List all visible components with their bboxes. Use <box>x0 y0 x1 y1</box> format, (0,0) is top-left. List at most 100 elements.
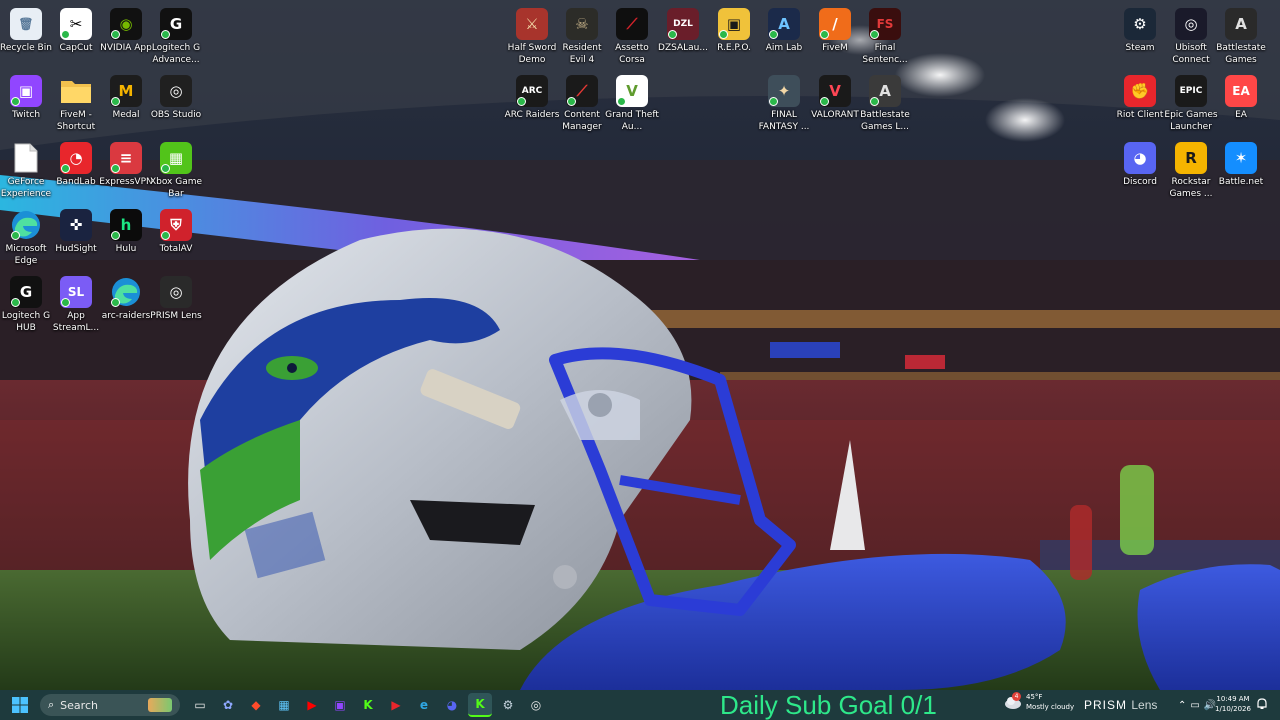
xbox-game-bar-icon: ▦ <box>160 142 192 174</box>
microsoft-store-icon: ▦ <box>278 698 290 712</box>
prism-label: PRISM <box>1084 698 1128 712</box>
desktop-icon-label: Riot Client <box>1116 110 1164 120</box>
desktop-icon[interactable]: ⚙ Steam <box>1111 4 1169 70</box>
shortcut-check-icon <box>111 164 120 173</box>
taskbar-app-button[interactable]: ▣ <box>328 693 352 717</box>
final-fantasy-icon: ✦ <box>768 75 800 107</box>
desktop-icon-label: Discord <box>1123 177 1157 187</box>
desktop-icon[interactable]: DZL DZSALau... <box>654 4 712 70</box>
desktop-icon[interactable]: FS Final Sentenc... <box>856 4 914 70</box>
desktop-icon[interactable]: ✊ Riot Client <box>1111 71 1169 137</box>
taskbar-app-button[interactable]: ⚙ <box>496 693 520 717</box>
desktop-icon-label: Battlestate Games L... <box>860 110 910 132</box>
shortcut-check-icon <box>111 97 120 106</box>
fivem-icon: / <box>819 8 851 40</box>
taskbar-app-button[interactable]: ▦ <box>272 693 296 717</box>
taskbar-app-button[interactable]: K <box>468 693 492 717</box>
shortcut-check-icon <box>719 30 728 39</box>
desktop-icon[interactable]: ✦ FINAL FANTASY ... <box>755 71 813 137</box>
network-icon[interactable]: ▭ <box>1190 700 1199 711</box>
desktop-icon[interactable]: ◎ PRISM Lens <box>147 272 205 338</box>
taskbar-app-button[interactable]: ▶ <box>384 693 408 717</box>
ea-icon: EA <box>1225 75 1257 107</box>
shortcut-check-icon <box>820 97 829 106</box>
desktop-icon[interactable]: A Battlestate Games L... <box>856 71 914 137</box>
desktop-icon-label: TotalAV <box>159 244 193 254</box>
desktop-icon[interactable]: ◕ Discord <box>1111 138 1169 204</box>
ubisoft-connect-icon: ◎ <box>1175 8 1207 40</box>
taskbar-app-button[interactable]: ◕ <box>440 693 464 717</box>
shortcut-check-icon <box>11 298 20 307</box>
shortcut-check-icon <box>820 30 829 39</box>
kick-active-icon: K <box>475 697 485 711</box>
shortcut-check-icon <box>111 298 120 307</box>
shortcut-check-icon <box>161 164 170 173</box>
content-manager-icon: ⟋ <box>566 75 598 107</box>
windows-logo-icon <box>12 697 28 713</box>
shortcut-check-icon <box>161 231 170 240</box>
resident-evil-4-icon: ☠ <box>566 8 598 40</box>
streamlabs-icon: SL <box>60 276 92 308</box>
shortcut-check-icon <box>617 97 626 106</box>
taskbar: ⌕ Search ▭ ✿ ◆ ▦ ▶ ▣ K ▶ e ◕ K ⚙ ◎ Daily Sub Goal 0/… <box>0 690 1280 720</box>
desktop-icon[interactable]: A Battlestate Games <box>1212 4 1270 70</box>
edge-icon: e <box>419 698 429 712</box>
search-placeholder: Search <box>60 698 98 712</box>
epic-games-icon: EPIC <box>1175 75 1207 107</box>
taskbar-pinned-apps: ▭ ✿ ◆ ▦ ▶ ▣ K ▶ e ◕ K ⚙ ◎ <box>186 693 550 717</box>
taskbar-search-box[interactable]: ⌕ Search <box>40 694 180 716</box>
prism-lens-label: Lens <box>1131 698 1158 712</box>
desktop-icon[interactable]: A Aim Lab <box>755 4 813 70</box>
weather-alert-badge: 4 <box>1012 692 1021 701</box>
steam-icon: ⚙ <box>1124 8 1156 40</box>
taskbar-app-button[interactable]: ▭ <box>188 693 212 717</box>
steam-icon: ⚙ <box>502 698 514 712</box>
taskbar-app-button[interactable]: K <box>356 693 380 717</box>
edge-icon <box>10 209 42 241</box>
hulu-icon: h <box>110 209 142 241</box>
show-hidden-icons-icon[interactable]: ⌃ <box>1178 700 1186 711</box>
taskbar-app-button[interactable]: e <box>412 693 436 717</box>
shortcut-check-icon <box>11 231 20 240</box>
shortcut-check-icon <box>517 97 526 106</box>
bandlab-icon: ◔ <box>60 142 92 174</box>
weather-temperature: 45°F <box>1026 693 1043 701</box>
weather-widget[interactable]: 4 45°F Mostly cloudy <box>1004 692 1074 712</box>
totalav-icon: ⛨ <box>160 209 192 241</box>
logitech-g-icon: G <box>160 8 192 40</box>
half-sword-icon: ⚔ <box>516 8 548 40</box>
desktop-icon-label: Battlestate Games <box>1216 43 1266 65</box>
aim-lab-icon: A <box>768 8 800 40</box>
desktop-icon[interactable]: G Logitech G Advance... <box>147 4 205 70</box>
app-play-icon: ▶ <box>391 698 401 712</box>
desktop-icon[interactable]: ✶ Battle.net <box>1212 138 1270 204</box>
clock-date: 1/10/2026 <box>1215 705 1251 713</box>
discord-icon: ◕ <box>1124 142 1156 174</box>
system-tray: ⌃ ▭ 🔊 <box>1178 690 1216 720</box>
prism-lens-tray[interactable]: PRISM Lens <box>1084 690 1157 720</box>
desktop-icon[interactable]: ▦ Xbox Game Bar <box>147 138 205 204</box>
taskbar-clock[interactable]: 10:49 AM 1/10/2026 <box>1212 694 1254 714</box>
twitch-icon: ▣ <box>10 75 42 107</box>
logitech-g-hub-icon: G <box>10 276 42 308</box>
taskbar-app-button[interactable]: ▶ <box>300 693 324 717</box>
notification-bell-icon[interactable] <box>1256 698 1270 712</box>
desktop-icon[interactable]: EA EA <box>1212 71 1270 137</box>
recycle-bin-icon: 🗑 <box>10 8 42 40</box>
taskbar-app-button[interactable]: ◎ <box>524 693 548 717</box>
nvidia-icon: ◉ <box>110 8 142 40</box>
shortcut-check-icon <box>567 97 576 106</box>
shortcut-check-icon <box>870 97 879 106</box>
taskbar-app-button[interactable]: ✿ <box>216 693 240 717</box>
taskbar-app-button[interactable]: ◆ <box>244 693 268 717</box>
desktop-icon[interactable]: ⛨ TotalAV <box>147 205 205 271</box>
desktop-icon[interactable]: ◎ OBS Studio <box>147 71 205 137</box>
clock-time: 10:49 AM <box>1216 695 1250 703</box>
desktop-icon[interactable]: V Grand Theft Au... <box>603 71 661 137</box>
start-button[interactable] <box>8 693 32 717</box>
shortcut-check-icon <box>61 30 70 39</box>
twitch-icon: ▣ <box>334 698 346 712</box>
desktop-icon[interactable]: ⟋ Assetto Corsa <box>603 4 661 70</box>
prism-lens-icon: ◎ <box>160 276 192 308</box>
daily-sub-goal-overlay: Daily Sub Goal 0/1 <box>720 690 937 720</box>
